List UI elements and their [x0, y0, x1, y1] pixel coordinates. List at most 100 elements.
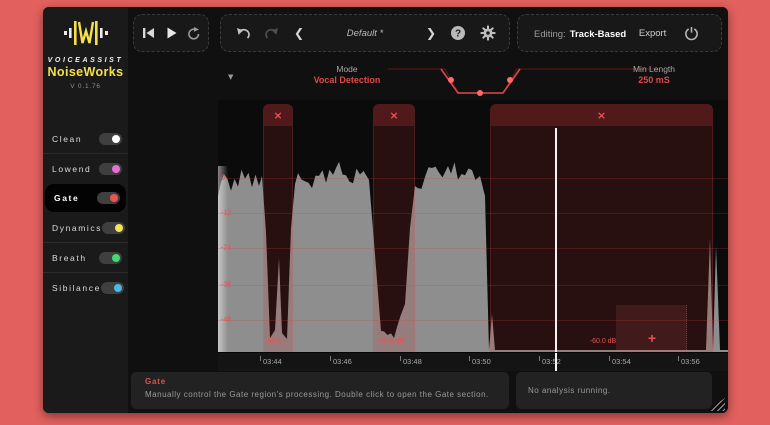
- plugin-window: VOICEASSIST NoiseWorks V 0.1.76 Clean Low…: [43, 7, 728, 413]
- sidebar-item-label: Sibilance: [52, 283, 101, 293]
- brand-assist-text: VOICEASSIST: [43, 57, 128, 64]
- session-group: Editing: Track-Based Export: [517, 14, 722, 52]
- waveform-logo-icon: [63, 17, 109, 49]
- time-tick: [609, 356, 610, 361]
- waveform-plot[interactable]: ×-60.0 ...×-60.0 dB×-60.0 dB+×-60...×-6.…: [218, 100, 728, 352]
- play-icon: [166, 27, 177, 39]
- power-button[interactable]: [679, 20, 705, 46]
- sidebar: VOICEASSIST NoiseWorks V 0.1.76 Clean Low…: [43, 7, 128, 413]
- brand-version: V 0.1.76: [43, 83, 128, 90]
- toggle-knob: [112, 135, 120, 143]
- region-threshold-label[interactable]: -60.0 ...: [265, 338, 289, 345]
- playhead[interactable]: [555, 128, 557, 352]
- analysis-panel: No analysis running.: [516, 372, 712, 409]
- db-scale-left-label: 0: [221, 175, 225, 182]
- main-area: ❮ Default * ❯ ?: [128, 7, 728, 413]
- time-tick: [469, 356, 470, 361]
- skip-to-start-icon: [142, 27, 155, 39]
- time-tick-label: 03:56: [681, 357, 700, 366]
- editing-mode-value: Track-Based: [570, 29, 627, 40]
- time-tick: [400, 356, 401, 361]
- region-delete-button[interactable]: ×: [374, 104, 414, 126]
- loop-button[interactable]: [182, 20, 205, 46]
- settings-button[interactable]: [475, 20, 501, 46]
- sidebar-item-label: Clean: [52, 134, 99, 144]
- chevron-left-icon: ❮: [294, 26, 304, 40]
- min-length-control[interactable]: Min Length 250 mS: [604, 64, 704, 85]
- preset-prev-button[interactable]: ❮: [289, 20, 309, 46]
- db-scale-left-label: -36: [221, 282, 231, 289]
- region-threshold-label[interactable]: -60.0 dB: [378, 338, 404, 345]
- brand-logo: VOICEASSIST NoiseWorks V 0.1.76: [43, 17, 128, 90]
- gate-region[interactable]: × -60.0 dB +: [490, 104, 713, 352]
- x-icon: ×: [273, 110, 282, 121]
- toggle-knob: [114, 284, 122, 292]
- region-delete-button[interactable]: ×: [264, 104, 292, 126]
- export-button[interactable]: Export: [639, 28, 666, 39]
- time-tick: [260, 356, 261, 361]
- sidebar-item-gate[interactable]: Gate: [45, 184, 126, 212]
- module-toggle[interactable]: [97, 192, 120, 204]
- info-panel-description: Manually control the Gate region's proce…: [145, 390, 489, 399]
- sidebar-item-lowend[interactable]: Lowend: [43, 153, 128, 183]
- time-tick-label: 03:46: [333, 357, 352, 366]
- undo-icon: [235, 27, 250, 40]
- toggle-knob: [112, 165, 120, 173]
- svg-text:?: ?: [455, 29, 461, 40]
- sidebar-nav: Clean Lowend Gate Dynamics Breath Sibilance: [43, 124, 128, 302]
- db-scale-left-label: -48: [221, 317, 231, 324]
- undo-button[interactable]: [229, 20, 255, 46]
- preset-name[interactable]: Default *: [313, 28, 417, 39]
- info-panel: Gate Manually control the Gate region's …: [131, 372, 509, 409]
- sidebar-item-dynamics[interactable]: Dynamics: [43, 213, 128, 242]
- gate-region[interactable]: × -60.0 ...: [263, 104, 293, 352]
- skip-to-start-button[interactable]: [137, 20, 160, 46]
- time-tick-label: 03:50: [472, 357, 491, 366]
- sidebar-item-clean[interactable]: Clean: [43, 124, 128, 153]
- brand-name-text: NoiseWorks: [43, 65, 128, 79]
- sidebar-item-sibilance[interactable]: Sibilance: [43, 272, 128, 302]
- editing-mode-control[interactable]: Editing: Track-Based: [534, 24, 626, 42]
- module-toggle[interactable]: [99, 252, 122, 264]
- x-icon: ×: [389, 110, 398, 121]
- redo-button[interactable]: [259, 20, 285, 46]
- sidebar-item-label: Gate: [54, 193, 97, 203]
- mode-dropdown-arrow-icon[interactable]: ▼: [228, 73, 233, 81]
- chevron-right-icon: ❯: [426, 26, 436, 40]
- toggle-knob: [115, 224, 123, 232]
- preset-group: ❮ Default * ❯ ?: [220, 14, 510, 52]
- redo-icon: [265, 27, 280, 40]
- module-toggle[interactable]: [102, 222, 125, 234]
- time-tick: [539, 356, 540, 361]
- add-node-button[interactable]: +: [644, 330, 660, 346]
- desktop-background: VOICEASSIST NoiseWorks V 0.1.76 Clean Low…: [0, 0, 770, 425]
- analysis-status: No analysis running.: [528, 386, 610, 395]
- time-tick-label: 03:44: [263, 357, 282, 366]
- toggle-knob: [112, 254, 120, 262]
- toggle-knob: [110, 194, 118, 202]
- min-length-value: 250 mS: [604, 75, 704, 85]
- time-tick-label: 03:52: [542, 357, 561, 366]
- region-delete-button[interactable]: ×: [491, 104, 712, 126]
- module-toggle[interactable]: [99, 163, 122, 175]
- sidebar-item-label: Breath: [52, 253, 99, 263]
- loop-icon: [187, 27, 201, 40]
- gate-region[interactable]: × -60.0 dB: [373, 104, 415, 352]
- time-tick: [330, 356, 331, 361]
- module-toggle[interactable]: [99, 133, 122, 145]
- region-threshold-label[interactable]: -60.0 dB: [590, 338, 616, 345]
- time-axis[interactable]: 03:4403:4603:4803:5003:5203:5403:5603:58: [218, 352, 728, 371]
- gate-regions-layer: ×-60.0 ...×-60.0 dB×-60.0 dB+×-60...×-6.…: [218, 100, 728, 352]
- db-scale-left-label: -12: [221, 210, 231, 217]
- preset-next-button[interactable]: ❯: [421, 20, 441, 46]
- sidebar-item-label: Lowend: [52, 164, 99, 174]
- editing-label: Editing:: [534, 29, 566, 40]
- play-button[interactable]: [160, 20, 183, 46]
- time-tick-label: 03:48: [403, 357, 422, 366]
- help-button[interactable]: ?: [445, 20, 471, 46]
- sidebar-item-breath[interactable]: Breath: [43, 242, 128, 272]
- min-length-label: Min Length: [604, 64, 704, 74]
- playhead-axis-segment: [555, 353, 557, 371]
- module-toggle[interactable]: [101, 282, 124, 294]
- time-tick-label: 03:54: [612, 357, 631, 366]
